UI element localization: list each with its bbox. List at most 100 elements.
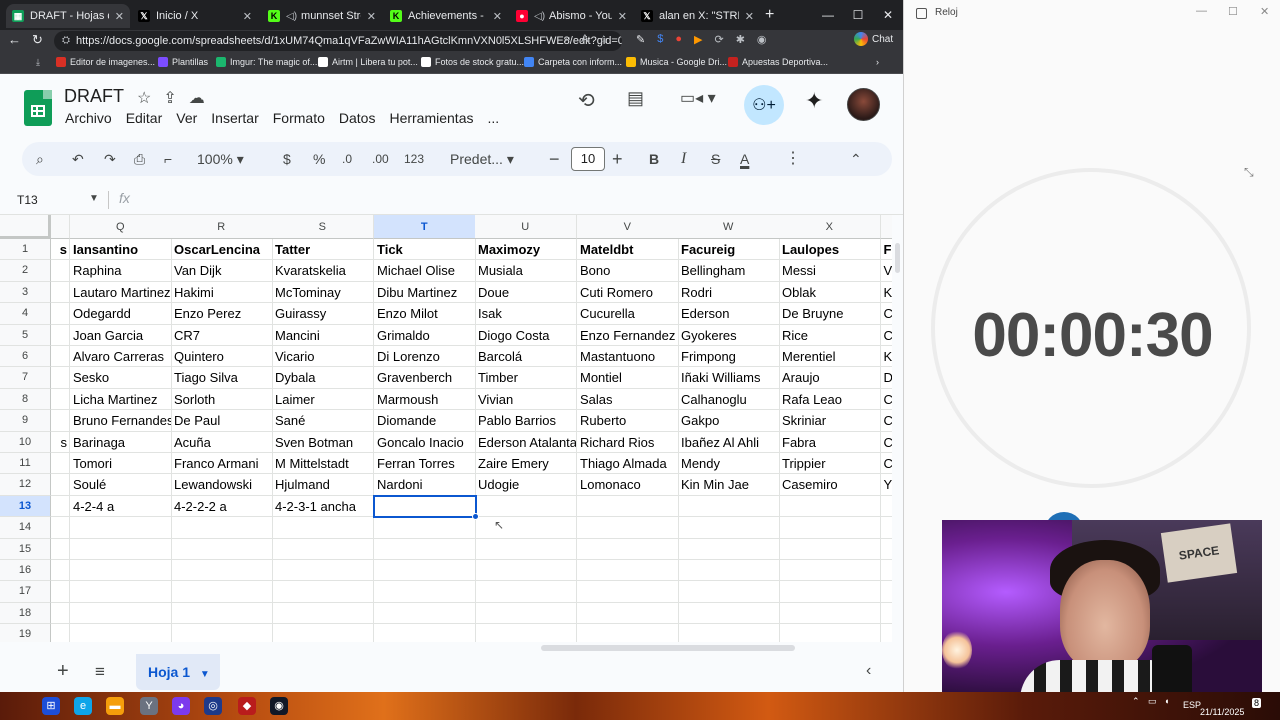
cell[interactable]: Calhanoglu	[678, 388, 780, 411]
vertical-scrollbar[interactable]	[892, 215, 903, 643]
cell[interactable]	[70, 517, 172, 539]
more-options-icon[interactable]: ⋮	[785, 142, 801, 176]
collapse-toolbar-icon[interactable]: ⌃	[850, 142, 862, 176]
cell[interactable]: Alvaro Carreras	[70, 346, 172, 368]
column-header[interactable]: R	[171, 215, 273, 239]
cell[interactable]	[577, 538, 679, 560]
cell[interactable]: Iansantino	[70, 239, 172, 261]
cell[interactable]: Sorloth	[171, 388, 273, 411]
zoom-select[interactable]: 100% ▾	[197, 142, 244, 176]
cell[interactable]: C	[880, 432, 892, 453]
cell[interactable]: Bono	[577, 260, 679, 282]
row-header[interactable]: 8	[0, 388, 51, 411]
cell[interactable]: Vicario	[272, 346, 374, 368]
cell[interactable]	[475, 560, 577, 582]
cell[interactable]: Hakimi	[171, 281, 273, 304]
cell[interactable]: Barinaga	[70, 431, 172, 453]
paint-format-icon[interactable]: ⌐	[164, 142, 172, 176]
cell[interactable]: Tatter	[272, 239, 374, 261]
cell[interactable]: Pablo Barrios	[475, 410, 577, 432]
cell[interactable]: Kvaratskelia	[272, 260, 374, 282]
cell[interactable]: Diomande	[374, 410, 476, 432]
chevron-down-icon[interactable]: ▼	[200, 669, 210, 680]
cell[interactable]: Enzo Milot	[374, 303, 476, 325]
cell[interactable]	[881, 624, 893, 643]
cell[interactable]	[51, 260, 70, 282]
bookmark-star-icon[interactable]: ☆	[599, 33, 609, 46]
cell[interactable]: Hjulmand	[272, 474, 374, 496]
cell[interactable]: Cuti Romero	[577, 281, 679, 304]
fill-handle[interactable]	[471, 513, 479, 521]
close-tab-icon[interactable]: ✕	[367, 10, 376, 23]
horizontal-scrollbar[interactable]	[0, 642, 903, 654]
cell[interactable]	[475, 602, 577, 625]
cell[interactable]: C	[880, 389, 892, 411]
cell[interactable]	[51, 538, 70, 560]
text-color-button[interactable]: A	[740, 142, 749, 176]
chevron-left-icon[interactable]: ‹	[866, 662, 871, 680]
downloads-icon[interactable]: ⤓	[36, 57, 40, 68]
decrease-decimal-button[interactable]: .0	[342, 142, 352, 176]
row-header[interactable]: 3	[0, 281, 51, 304]
increase-font-size-button[interactable]: +	[612, 142, 623, 176]
zoom-icon[interactable]: ⌕	[565, 33, 571, 46]
new-tab-button[interactable]: +	[765, 6, 774, 24]
cell[interactable]: s	[51, 431, 70, 453]
column-header[interactable]: U	[475, 215, 577, 239]
windows-start-icon[interactable]: ⊞	[42, 697, 60, 715]
cell[interactable]: Laimer	[272, 388, 374, 411]
cell[interactable]: Acuña	[171, 431, 273, 453]
speaker-icon[interactable]: ◁)	[286, 11, 297, 22]
row-header[interactable]: 17	[0, 581, 51, 603]
share-button[interactable]: ⚇+	[744, 85, 784, 125]
cell[interactable]: V	[880, 260, 892, 282]
menu-item[interactable]: Datos	[339, 110, 376, 126]
cell[interactable]	[70, 581, 172, 603]
cell[interactable]	[272, 602, 374, 625]
file-explorer-icon[interactable]: ▬	[106, 697, 124, 715]
cell[interactable]: Udogie	[475, 474, 577, 496]
cell[interactable]: Tick	[374, 239, 476, 261]
close-window-icon[interactable]: ✕	[873, 0, 903, 30]
row-header[interactable]: 18	[0, 602, 51, 625]
steam-icon[interactable]: ◎	[204, 697, 222, 715]
cell[interactable]: Rodri	[678, 281, 780, 304]
maximize-icon[interactable]: ☐	[843, 0, 873, 30]
cell[interactable]: Sven Botman	[272, 431, 374, 453]
row-header[interactable]: 12	[0, 474, 51, 496]
cell[interactable]: Isak	[475, 303, 577, 325]
cell[interactable]	[171, 538, 273, 560]
bookmarks-overflow-icon[interactable]: ›	[876, 57, 879, 67]
cell[interactable]	[51, 517, 70, 539]
cell[interactable]: Rice	[779, 324, 881, 346]
cell[interactable]: Mancini	[272, 324, 374, 346]
cell[interactable]	[51, 324, 70, 346]
profile-icon[interactable]: ◉	[757, 33, 767, 46]
compact-overlay-icon[interactable]: ⤡	[1244, 165, 1254, 180]
play-extension-icon[interactable]: ▶	[694, 33, 702, 46]
cell[interactable]: Mastantuono	[577, 346, 679, 368]
cell[interactable]	[374, 581, 476, 603]
dollar-extension-icon[interactable]: $	[657, 33, 663, 46]
cell[interactable]: Fabra	[779, 431, 881, 453]
cell[interactable]: Trippier	[779, 453, 881, 475]
cell[interactable]: Goncalo Inacio	[374, 431, 476, 453]
cell[interactable]: Ferran Torres	[374, 453, 476, 475]
cell[interactable]: Van Dijk	[171, 260, 273, 282]
comments-icon[interactable]: ▤	[627, 88, 644, 109]
cell[interactable]: Cucurella	[577, 303, 679, 325]
cell[interactable]	[272, 560, 374, 582]
cell[interactable]: Sesko	[70, 367, 172, 389]
cell[interactable]: Vivian	[475, 388, 577, 411]
cell[interactable]: M Mittelstadt	[272, 453, 374, 475]
cell[interactable]: Lewandowski	[171, 474, 273, 496]
cell[interactable]: Merentiel	[779, 346, 881, 368]
cell[interactable]: C	[880, 303, 892, 325]
cell[interactable]: Diogo Costa	[475, 324, 577, 346]
version-history-icon[interactable]: ⟲	[578, 88, 595, 113]
cell[interactable]	[51, 281, 70, 304]
bookmark-item[interactable]: Imgur: The magic of...	[216, 57, 317, 67]
cell[interactable]: Facureig	[678, 239, 780, 261]
cell[interactable]	[171, 581, 273, 603]
cell[interactable]: Gyokeres	[678, 324, 780, 346]
